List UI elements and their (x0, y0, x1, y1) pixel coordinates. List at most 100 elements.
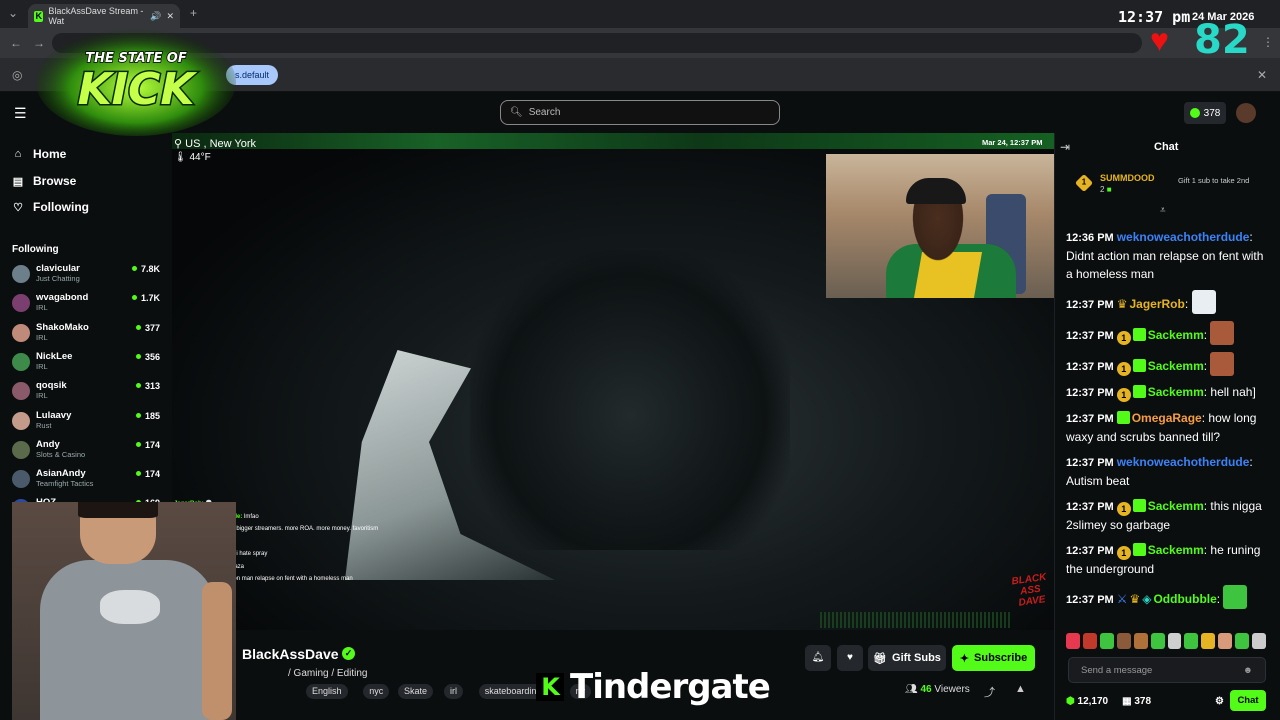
subscribe-button[interactable]: ✦ Subscribe (952, 645, 1035, 671)
sidebar-nav-label: Browse (33, 174, 77, 188)
frog2-emote-icon[interactable] (1235, 633, 1250, 649)
crab-emote-icon[interactable] (1252, 633, 1267, 649)
face2-emote-icon[interactable] (1133, 633, 1148, 649)
search-icon: 🔍︎ (510, 107, 523, 118)
points-display[interactable]: ⬢ 12,170 (1066, 696, 1108, 707)
share-icon[interactable]: ⤴ (984, 684, 995, 700)
following-viewers: 356 (136, 352, 160, 362)
chat-message[interactable]: 12:37 PM 1 Sackemm: this nigga 2slimey so … (1066, 497, 1266, 534)
following-category: Slots & Casino (36, 449, 86, 459)
subscriber-badge-icon (1132, 359, 1146, 372)
pepe-emote-icon[interactable] (1150, 633, 1165, 649)
chat-message-input[interactable]: Send a message ☻ (1068, 657, 1266, 683)
chat-settings-icon[interactable]: ⚙ (1215, 696, 1224, 707)
chat-message[interactable]: 12:36 PM weknoweachotherdude: Didnt actio… (1066, 228, 1266, 283)
following-category: IRL (36, 391, 48, 401)
emoji-icon[interactable]: ☻ (1243, 665, 1253, 676)
sidebar-following-item[interactable]: ShakoMako IRL 377 (12, 322, 160, 350)
coin-emote-icon[interactable] (1201, 633, 1216, 649)
chat-message[interactable]: 12:37 PM 1 Sackemm: (1066, 352, 1266, 376)
back-icon[interactable]: ← (10, 36, 22, 50)
chat-username[interactable]: Sackemm (1148, 359, 1204, 373)
heart-rate-value: 82 (1194, 17, 1250, 63)
sidebar-following-item[interactable]: AsianAndy Teamfight Tactics 174 (12, 468, 160, 496)
sidebar-following-item[interactable]: NickLee IRL 356 (12, 351, 160, 379)
chat-username[interactable]: Sackemm (1148, 328, 1204, 342)
ghost-emote-icon[interactable] (1167, 633, 1182, 649)
chat-send-button[interactable]: Chat (1230, 690, 1266, 711)
chat-username[interactable]: Sackemm (1148, 385, 1204, 399)
subs-display[interactable]: ▦ 378 (1122, 696, 1151, 707)
subscriber-badge-icon (1116, 411, 1130, 424)
following-viewers: 185 (136, 411, 160, 421)
following-name: ShakoMako (36, 321, 89, 333)
browser-menu-icon[interactable]: ⋮ (1262, 35, 1274, 49)
pepe2-emote-icon[interactable] (1184, 633, 1199, 649)
report-icon[interactable]: ▲ (1015, 683, 1026, 695)
chat-username[interactable]: Oddbubble (1153, 592, 1216, 606)
temperature-text: 44°F (189, 152, 211, 163)
user-avatar[interactable] (1236, 103, 1256, 123)
following-name: NickLee (36, 350, 73, 362)
chat-message[interactable]: 12:37 PM 1 Sackemm: (1066, 321, 1266, 345)
sidebar-following-item[interactable]: wvagabond IRL 1.7K (12, 292, 160, 320)
angry-emote-icon[interactable] (1082, 633, 1097, 649)
moderator-badge-icon: ⚔ (1116, 592, 1128, 606)
chat-message[interactable]: 12:37 PM OmegaRage: how long waxy and scr… (1066, 409, 1266, 446)
chat-timestamp: 12:36 PM (1066, 232, 1114, 244)
chat-message[interactable]: 12:37 PM 1 Sackemm: he runing the undergro… (1066, 541, 1266, 578)
kick-balance-badge[interactable]: 378 (1184, 102, 1226, 124)
chat-message[interactable]: 12:37 PM ⚔ ♛ ◈ Oddbubble: (1066, 585, 1266, 609)
top-gifter-card[interactable]: 1 SUMMDOOD 2 ■ Gift 1 sub to take 2nd (1068, 165, 1268, 205)
chat-messages: 12:36 PM weknoweachotherdude: Didnt actio… (1066, 228, 1266, 616)
sidebar-following-item[interactable]: Lulaavy Rust 185 (12, 410, 160, 438)
avatar (12, 352, 30, 371)
stream-tag[interactable]: Skate (398, 684, 434, 699)
kick-emote-icon[interactable] (1066, 633, 1080, 649)
title-banner: K Tindergate (536, 667, 771, 707)
chat-username[interactable]: weknoweachotherdude (1117, 230, 1250, 244)
chat-username[interactable]: JagerRob (1129, 297, 1184, 311)
pinned-collapse-icon[interactable]: ⩡ (1160, 205, 1166, 216)
frog-emote-icon[interactable] (1099, 633, 1114, 649)
sidebar-nav-home[interactable]: ⌂ Home (12, 147, 67, 161)
tab-title: BlackAssDave Stream - Wat (48, 6, 144, 26)
hand-emote-icon[interactable] (1218, 633, 1233, 649)
chat-message[interactable]: 12:37 PM 1 Sackemm: hell nah] (1066, 383, 1266, 402)
chat-message[interactable]: 12:37 PM ♛ JagerRob: (1066, 290, 1266, 314)
chat-message[interactable]: 12:37 PM weknoweachotherdude: Autism beat (1066, 453, 1266, 490)
sidebar-following-item[interactable]: Andy Slots & Casino 174 (12, 439, 160, 467)
chat-username[interactable]: Sackemm (1148, 543, 1204, 557)
following-name: qoqsik (36, 380, 67, 392)
chat-username[interactable]: weknoweachotherdude (1117, 455, 1250, 469)
stream-tag[interactable]: irl (444, 684, 463, 699)
search-placeholder: Search (528, 107, 561, 118)
chat-username[interactable]: OmegaRage (1132, 411, 1202, 425)
chat-timestamp: 12:37 PM (1066, 594, 1114, 606)
chat-username[interactable]: Sackemm (1148, 499, 1204, 513)
stream-tag[interactable]: English (306, 684, 348, 699)
channel-category[interactable]: / Gaming / Editing (288, 668, 367, 679)
notifications-button[interactable]: 🔔︎ (805, 645, 831, 671)
sidebar-nav-browse[interactable]: ▤ Browse (12, 174, 77, 188)
gift-subs-button[interactable]: 🎁︎ Gift Subs (868, 645, 946, 671)
chat-text: Autism beat (1066, 474, 1130, 488)
avatar (12, 411, 30, 430)
channel-name[interactable]: BlackAssDave (242, 646, 339, 662)
home-icon: ⌂ (14, 148, 22, 160)
stream-tag[interactable]: nyc (363, 684, 390, 699)
new-tab-icon[interactable]: + (190, 6, 197, 20)
collapse-chat-icon[interactable]: ⇥ (1060, 140, 1070, 154)
follow-button[interactable]: ♥ (837, 645, 863, 671)
search-input[interactable]: 🔍︎ Search (500, 100, 780, 125)
infobar-close-icon[interactable]: ✕ (1257, 68, 1267, 82)
chat-title: Chat (1154, 141, 1179, 153)
sidebar-following-item[interactable]: clavicular Just Chatting 7.8K (12, 263, 160, 291)
bell-icon: 🔔︎ (811, 652, 825, 663)
sidebar-nav-following[interactable]: ♡ Following (12, 200, 89, 214)
hamburger-menu-icon[interactable]: ☰ (14, 105, 27, 122)
sidebar-following-item[interactable]: qoqsik IRL 313 (12, 380, 160, 408)
tab-menu-icon[interactable]: ⌄ (8, 6, 18, 20)
tab-close-icon[interactable]: ✕ (166, 11, 174, 22)
face-emote-icon[interactable] (1116, 633, 1131, 649)
